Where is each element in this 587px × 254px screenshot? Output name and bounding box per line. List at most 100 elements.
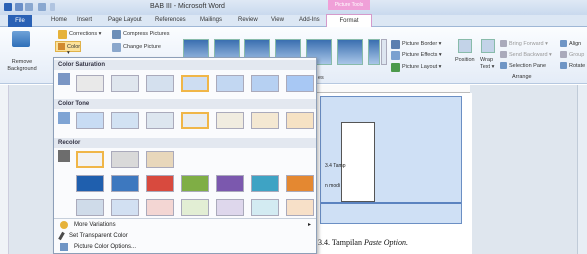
saturation-swatch[interactable] [76,75,104,92]
wrap-text-icon[interactable] [481,39,495,53]
recolor-swatch[interactable] [76,199,104,216]
remove-background-label[interactable]: Remove Background [2,59,42,73]
tone-swatch[interactable] [76,112,104,129]
align-button[interactable]: Align [569,41,581,47]
send-backward-button[interactable]: Send Backward ▾ [509,52,552,58]
picture-style-thumb[interactable] [368,39,380,65]
recolor-light-row [76,199,314,216]
recolor-swatch[interactable] [251,175,279,192]
position-icon[interactable] [458,39,472,53]
tone-swatch[interactable] [251,112,279,129]
recolor-swatch[interactable] [251,199,279,216]
document-caption: 3.4. Tampilan Paste Option. [318,238,408,247]
recolor-swatch[interactable] [146,151,174,168]
remove-background-icon[interactable] [12,31,30,47]
more-variations-item[interactable]: More Variations [60,221,116,229]
tab-format[interactable]: Format [326,14,372,27]
picture-border-icon [391,40,400,49]
selection-pane-icon [500,62,507,69]
vertical-scrollbar[interactable] [577,85,587,254]
tab-home[interactable]: Home [51,17,67,23]
change-picture-icon [112,43,121,52]
customize-qat-icon[interactable] [50,3,55,11]
tone-swatch[interactable] [111,112,139,129]
picture-caption-partial: 3.4 Tamp [325,163,346,169]
set-transparent-color-item[interactable]: Set Transparent Color [58,231,128,241]
saturation-swatch-row [76,75,314,92]
tab-review[interactable]: Review [238,17,258,23]
color-button[interactable]: Color ▾ [55,41,81,56]
picture-styles-label: es [318,75,324,81]
send-backward-icon [500,51,507,58]
redo-icon[interactable] [38,3,46,11]
recolor-swatch[interactable] [181,175,209,192]
recolor-swatch[interactable] [286,199,314,216]
picture-layout-button[interactable]: Picture Layout ▾ [402,64,441,70]
tone-icon [58,112,70,124]
group-icon [560,51,567,58]
tab-page-layout[interactable]: Page Layout [108,17,142,23]
undo-icon[interactable] [25,3,33,11]
inserted-picture[interactable]: 3.4 Tamp n modi [320,96,462,224]
picture-small-text: n modi [325,183,341,189]
caption-prefix: 3.4. Tampilan [318,238,364,247]
recolor-swatch[interactable] [111,151,139,168]
menu-divider [54,218,316,219]
picture-color-options-icon [60,243,68,251]
tab-insert[interactable]: Insert [77,17,92,23]
tab-references[interactable]: References [155,17,186,23]
tone-swatch[interactable] [181,112,209,129]
tone-swatch[interactable] [146,112,174,129]
selection-pane-button[interactable]: Selection Pane [509,63,546,69]
saturation-swatch[interactable] [286,75,314,92]
picture-tools-contextual-label: Picture Tools [328,0,370,10]
recolor-swatch[interactable] [76,151,104,168]
tab-file[interactable]: File [8,15,32,27]
recolor-swatch[interactable] [111,175,139,192]
eyedropper-icon [58,231,65,241]
tab-view[interactable]: View [271,17,284,23]
tab-add-ins[interactable]: Add-Ins [299,17,320,23]
recolor-dark-row [76,175,314,192]
recolor-swatch[interactable] [111,199,139,216]
recolor-swatch[interactable] [146,175,174,192]
picture-style-thumb[interactable] [337,39,363,65]
picture-layout-icon [391,63,400,72]
recolor-icon [58,150,70,162]
tone-swatch[interactable] [216,112,244,129]
saturation-swatch[interactable] [181,75,209,92]
align-icon [560,40,567,47]
tone-swatch[interactable] [286,112,314,129]
position-button[interactable]: Position [455,57,475,63]
picture-color-options-item[interactable]: Picture Color Options... [60,243,136,251]
bring-forward-button[interactable]: Bring Forward ▾ [509,41,548,47]
recolor-swatch[interactable] [216,199,244,216]
tab-mailings[interactable]: Mailings [200,17,222,23]
recolor-swatch[interactable] [216,175,244,192]
compress-pictures-button[interactable]: Compress Pictures [123,31,169,37]
styles-more-icon[interactable] [381,39,387,65]
section-color-tone: Color Tone [54,99,316,109]
recolor-swatch[interactable] [181,199,209,216]
corrections-button[interactable]: Corrections ▾ [69,31,101,37]
wrap-text-button[interactable]: Wrap Text ▾ [480,57,500,71]
rotate-button[interactable]: Rotate [569,63,585,69]
change-picture-button[interactable]: Change Picture [123,44,161,50]
color-button-label: Color ▾ [67,44,81,56]
context-menu-image [341,122,375,202]
color-icon [58,43,65,50]
save-icon[interactable] [15,3,23,11]
saturation-swatch[interactable] [146,75,174,92]
tone-swatch-row [76,112,314,129]
corrections-icon [58,30,67,39]
saturation-swatch[interactable] [111,75,139,92]
saturation-swatch[interactable] [251,75,279,92]
recolor-swatch[interactable] [146,199,174,216]
picture-effects-button[interactable]: Picture Effects ▾ [402,52,442,58]
saturation-swatch[interactable] [216,75,244,92]
picture-border-button[interactable]: Picture Border ▾ [402,41,441,47]
section-color-saturation: Color Saturation [54,60,316,70]
recolor-swatch[interactable] [286,175,314,192]
group-button[interactable]: Group [569,52,584,58]
recolor-swatch[interactable] [76,175,104,192]
